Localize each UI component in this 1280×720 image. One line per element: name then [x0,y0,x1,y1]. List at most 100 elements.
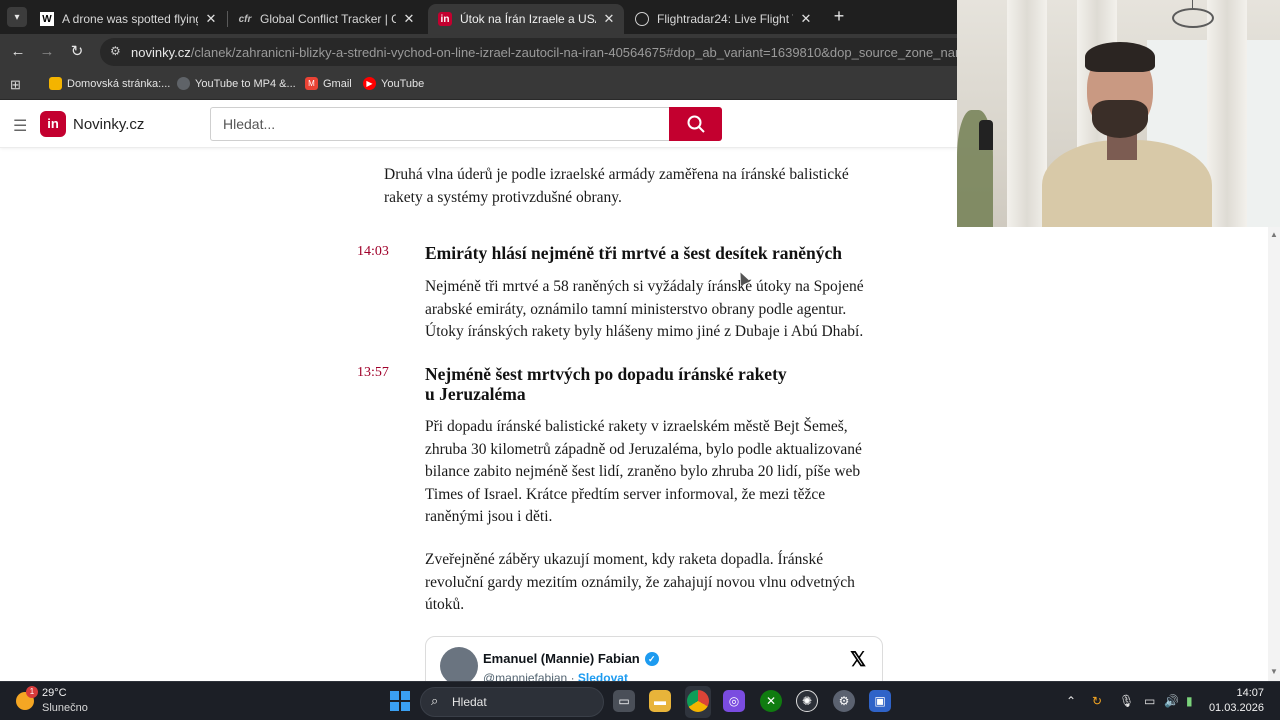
entry-headline: Nejméně šest mrtvých po dopadu íránské r… [425,364,915,404]
network-icon[interactable]: ▭ [1144,694,1155,708]
tab-search-chevron-icon[interactable]: ▾ [7,7,27,27]
text-line: rakety a systémy protivzdušné obrany. [384,188,622,206]
entry-body-continued: Zveřejněné záběry ukazují moment, kdy ra… [425,549,855,617]
bookmark-label: YouTube to MP4 &... [195,77,296,90]
cfr-favicon-icon: cfr [238,13,252,25]
text-line: u Jeruzaléma [425,384,526,404]
tab-cfr[interactable]: cfr Global Conflict Tracker | CFR Intera… [228,4,424,34]
intro-paragraph: Druhá vlna úderů je podle izraelské armá… [384,164,849,209]
tab-drone[interactable]: W A drone was spotted flying in the ✕ [30,4,226,34]
avatar[interactable] [440,647,478,681]
bookmark-youtube[interactable]: ▶ YouTube [363,77,424,90]
verified-check-icon: ✓ [644,651,659,666]
forward-arrow-icon[interactable]: → [37,42,57,62]
openai-icon[interactable]: ✺ [796,690,818,712]
scroll-down-arrow-icon[interactable]: ▼ [1270,667,1278,676]
new-tab-plus-icon[interactable]: + [830,6,848,26]
text-line: Útoky íránských rakety byly hlášeny mimo… [425,323,864,341]
youtube-icon: ▶ [363,77,376,90]
volume-icon[interactable]: 🔊 [1164,694,1179,708]
sync-icon[interactable]: ↻ [1092,694,1102,708]
menu-hamburger-icon[interactable]: ☰ [13,116,27,136]
person-hair [1085,42,1155,72]
gmail-icon: M [305,77,318,90]
text-line: bilance zabito nejméně šest lidí, zraněn… [425,463,861,481]
site-info-icon[interactable]: ⚙ [110,44,121,58]
novinky-favicon-icon: in [438,12,452,26]
close-icon[interactable]: ✕ [799,11,813,27]
start-windows-icon[interactable] [390,691,410,711]
address-url: novinky.cz/clanek/zahranicni-blizky-a-st… [131,45,1055,60]
search-input[interactable] [210,107,670,141]
taskbar-search[interactable]: ⌕ Hledat [420,687,604,717]
tray-chevron-up-icon[interactable]: ⌃ [1066,694,1076,708]
address-bar[interactable]: ⚙ novinky.cz/clanek/zahranicni-blizky-a-… [100,38,1055,66]
text-line: Druhá vlna úderů je podle izraelské armá… [384,166,849,183]
novinky-logo-icon[interactable]: in [40,111,66,137]
task-view-icon[interactable]: ▭ [613,690,635,712]
weather-condition[interactable]: Slunečno [42,702,88,714]
clock-time[interactable]: 14:07 [1220,687,1264,699]
separator: · [570,671,575,681]
notification-badge: 1 [26,686,38,698]
network-app-icon[interactable]: ▣ [869,690,891,712]
follow-link[interactable]: Sledovat [578,671,628,681]
tab-title: Global Conflict Tracker | CFR Interactiv… [260,12,396,26]
embedded-tweet[interactable]: Emanuel (Mannie) Fabian ✓ @manniefabian … [425,636,883,681]
windows-taskbar: 1 29°C Slunečno ⌕ Hledat ▭ ▬ ◎ ✕ ✺ ⚙ ▣ ⌃… [0,681,1280,720]
file-explorer-icon[interactable]: ▬ [649,690,671,712]
site-header: ☰ in Novinky.cz [0,100,957,148]
tab-flightradar[interactable]: Flightradar24: Live Flight Tracker ✕ [625,4,821,34]
globe-favicon-icon [635,12,649,26]
text-line: revoluční gardy mezitím oznámily, že zah… [425,573,855,591]
entry-time: 13:57 [357,365,389,380]
close-icon[interactable]: ✕ [402,11,416,27]
battery-icon[interactable]: ▮ [1186,694,1193,708]
bookmark-youtube-mp4[interactable]: YouTube to MP4 &... [177,77,296,90]
xbox-icon[interactable]: ✕ [760,690,782,712]
article-live-feed: Druhá vlna úderů je podle izraelské armá… [0,149,1268,681]
search-button[interactable] [669,107,722,141]
search-icon [687,115,705,133]
x-logo-icon[interactable]: 𝕏 [850,647,866,672]
text-line: Times of Israel. Krátce předtím server i… [425,485,826,503]
desk-lamp [979,120,993,150]
back-arrow-icon[interactable]: ← [8,42,28,62]
chrome-icon[interactable] [687,690,709,712]
microphone-icon[interactable]: 🎙 [1119,694,1134,708]
page-scrollbar[interactable]: ▲ ▼ [1268,227,1280,681]
settings-gear-icon[interactable]: ⚙ [833,690,855,712]
taskbar-search-label: Hledat [452,695,487,709]
ceiling-lamp [1172,8,1214,28]
wikipedia-favicon-icon: W [40,12,54,26]
tweet-author[interactable]: Emanuel (Mannie) Fabian ✓ [483,651,659,666]
photo-app-icon[interactable]: ◎ [723,690,745,712]
tweet-author-name: Emanuel (Mannie) Fabian [483,651,640,666]
clock-date[interactable]: 01.03.2026 [1205,702,1264,714]
close-icon[interactable]: ✕ [204,11,218,27]
scroll-up-arrow-icon[interactable]: ▲ [1270,230,1278,239]
bookmark-gmail[interactable]: M Gmail [305,77,352,90]
globe-icon [177,77,190,90]
curtain [1007,0,1047,227]
tweet-handle[interactable]: @manniefabian [483,671,567,681]
text-line: útoků. [425,596,465,614]
entry-body: Při dopadu íránské balistické rakety v i… [425,416,862,529]
google-drive-icon [49,77,62,90]
text-line: arabské emiráty, oznámilo tamní minister… [425,300,847,318]
bookmark-label: Domovská stránka:... [67,77,171,90]
webcam-overlay [957,0,1280,227]
text-line: Zveřejněné záběry ukazují moment, kdy ra… [425,551,824,568]
text-line: Nejméně šest mrtvých po dopadu íránské r… [425,364,787,384]
weather-temperature[interactable]: 29°C [42,687,67,699]
site-name[interactable]: Novinky.cz [73,116,144,133]
bookmark-label: YouTube [381,77,425,90]
tab-novinky-active[interactable]: in Útok na Írán Izraele a USA: Válka ✕ [428,4,624,34]
address-domain: novinky.cz [131,45,191,60]
apps-grid-icon[interactable]: ⊞ [10,78,23,91]
reload-icon[interactable]: ↻ [67,42,87,62]
bookmark-homepage[interactable]: Domovská stránka:... [49,77,170,90]
bookmark-label: Gmail [323,77,352,90]
close-icon[interactable]: ✕ [602,11,616,27]
text-line: Emiráty hlásí nejméně tři mrtvé a šest d… [425,243,843,263]
